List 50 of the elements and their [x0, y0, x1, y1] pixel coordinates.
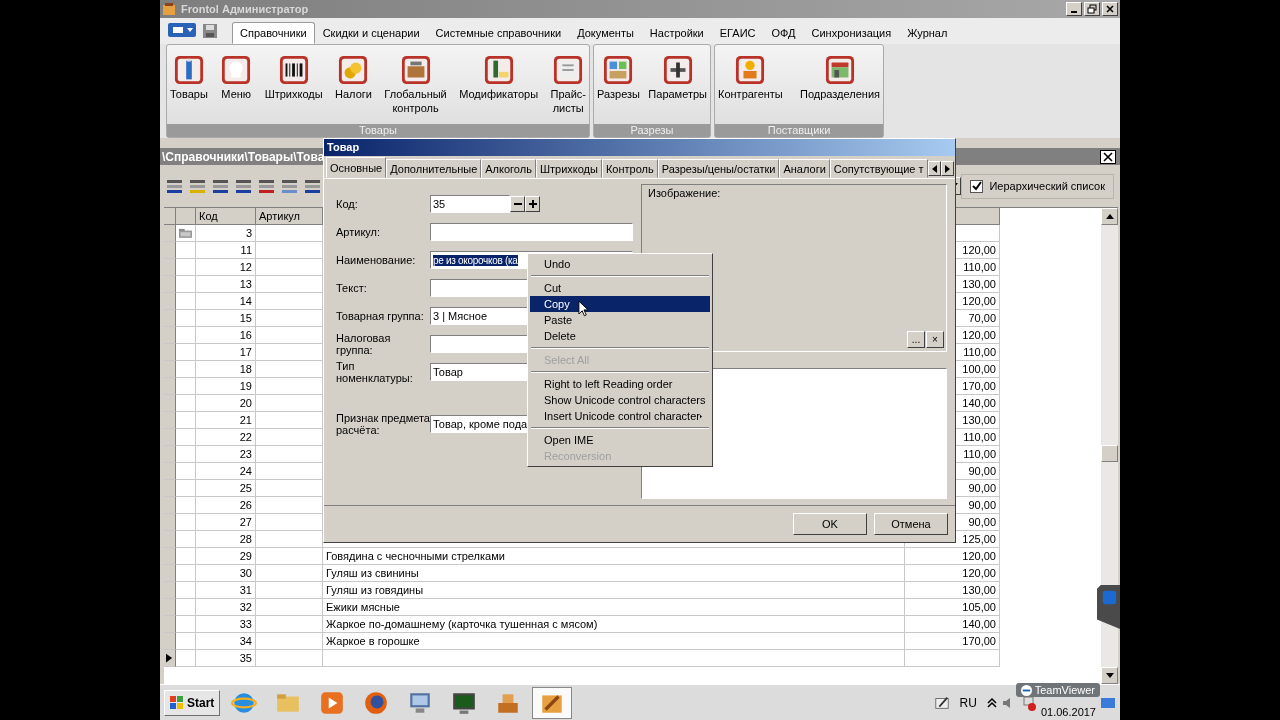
table-cell: 35	[196, 650, 256, 667]
table-cell: 31	[196, 582, 256, 599]
table-cell: 25	[196, 480, 256, 497]
table-cell: 16	[196, 327, 256, 344]
checkbox-label: Иерархический список	[989, 180, 1105, 192]
table-cell: 11	[196, 242, 256, 259]
group-label: Изображение:	[648, 187, 722, 199]
table-cell: 27	[196, 514, 256, 531]
table-cell: 20	[196, 395, 256, 412]
group-title: Товары	[167, 124, 589, 137]
table-cell: Жаркое в горошке	[323, 633, 905, 650]
table-cell: 18	[196, 361, 256, 378]
table-cell: 34	[196, 633, 256, 650]
field-label: Код:	[336, 198, 359, 210]
table-cell: 23	[196, 446, 256, 463]
field-label: Текст:	[336, 282, 368, 294]
table-cell: 29	[196, 548, 256, 565]
dialog-title: Товар	[324, 139, 955, 156]
breadcrumb-path: \Справочники\Товары\Това	[162, 149, 325, 164]
table-cell: 33	[196, 616, 256, 633]
table-cell: 14	[196, 293, 256, 310]
group-title: Разрезы	[594, 124, 710, 137]
field-label: Тип номенклатуры:	[336, 360, 414, 384]
clock-date: 01.06.2017	[1040, 705, 1096, 718]
field-label: Признак предмета расчёта:	[336, 412, 430, 436]
table-cell: 17	[196, 344, 256, 361]
table-cell: 19	[196, 378, 256, 395]
field-label: Артикул:	[336, 226, 382, 238]
table-cell: 24	[196, 463, 256, 480]
window-title: Frontol Администратор	[181, 3, 309, 15]
badge-text: TeamViewer	[1034, 684, 1095, 696]
table-cell: 21	[196, 412, 256, 429]
table-cell: 26	[196, 497, 256, 514]
field-label: Наименование:	[336, 254, 417, 266]
group-title: Поставщики	[715, 124, 883, 137]
table-cell: 32	[196, 599, 256, 616]
table-cell: 3	[196, 225, 256, 242]
table-cell: Гуляш из свинины	[323, 565, 905, 582]
table-cell: 15	[196, 310, 256, 327]
table-cell: Говядина с чесночными стрелками	[323, 548, 905, 565]
table-cell: 13	[196, 276, 256, 293]
table-cell: Гуляш из говядины	[323, 582, 905, 599]
table-cell: 22	[196, 429, 256, 446]
table-cell: 30	[196, 565, 256, 582]
table-cell: Ежики мясные	[323, 599, 905, 616]
field-label: Товарная группа:	[336, 310, 425, 322]
table-cell: Жаркое по-домашнему (карточка тушенная с мясом)	[323, 616, 905, 633]
table-cell: 28	[196, 531, 256, 548]
table-cell: 12	[196, 259, 256, 276]
field-label: Налоговая группа:	[336, 332, 392, 356]
